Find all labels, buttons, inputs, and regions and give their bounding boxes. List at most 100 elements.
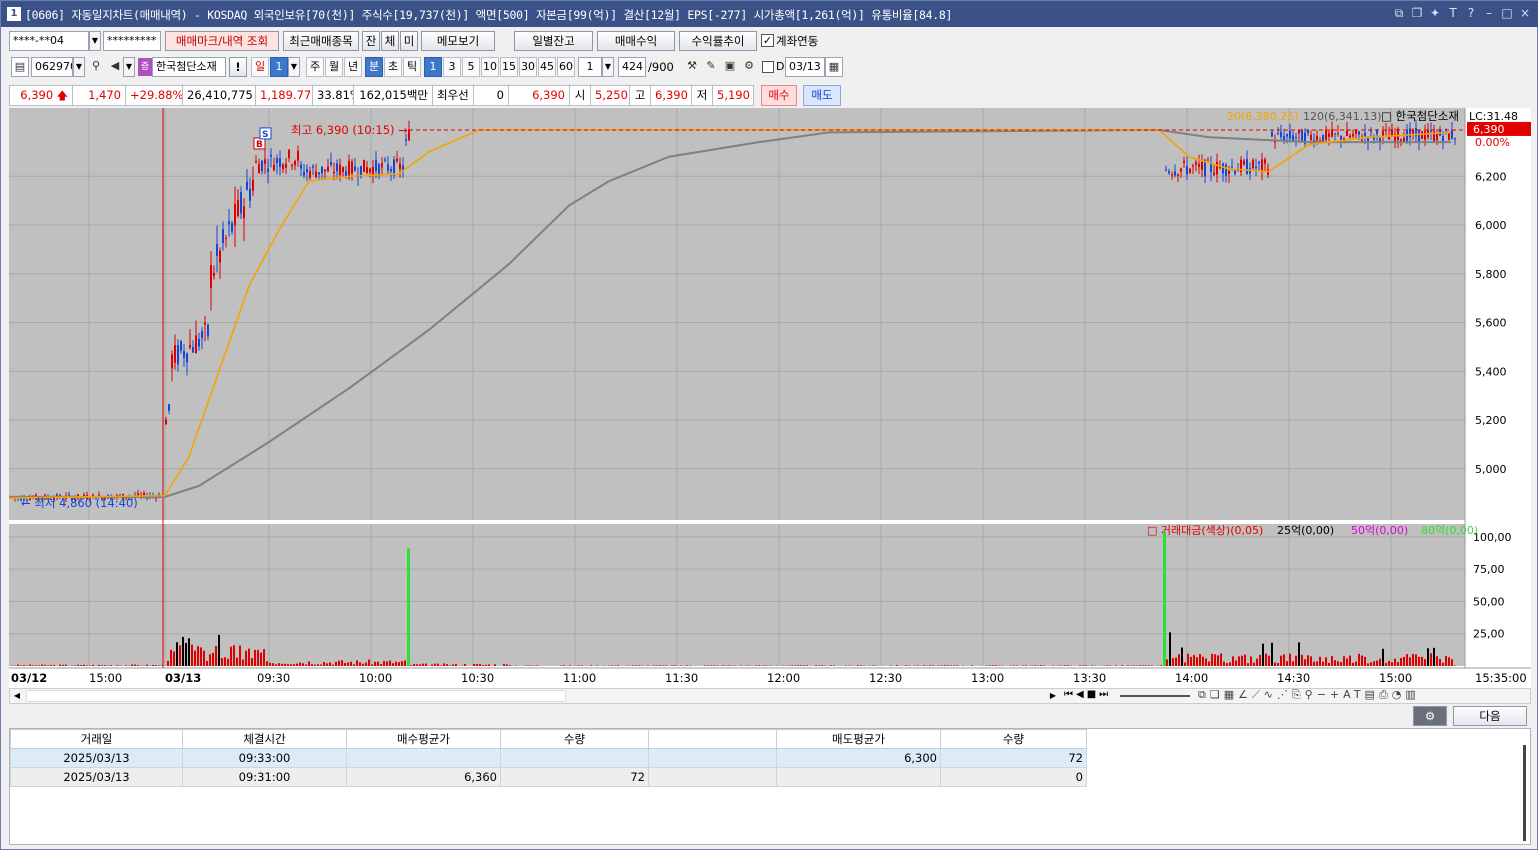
date-checkbox[interactable] (762, 61, 774, 73)
period-year-tab[interactable]: 년 (344, 57, 362, 77)
pin-icon[interactable]: ✦ (1429, 6, 1441, 20)
search-icon[interactable]: ⚲ (87, 57, 105, 77)
speaker-icon[interactable]: ◀ (106, 57, 124, 77)
col-header[interactable]: 체결시간 (182, 729, 347, 749)
period-day-count[interactable]: 1 (270, 57, 288, 77)
drawing-tool-icon[interactable]: ✎ (702, 57, 720, 77)
buy-button[interactable]: 매수 (761, 85, 797, 106)
maximize-icon[interactable]: □ (1501, 6, 1513, 20)
unit-dropdown-icon[interactable]: ▼ (602, 57, 614, 77)
period-day-dropdown-icon[interactable]: ▼ (288, 57, 300, 77)
col-header[interactable]: 수량 (500, 729, 649, 749)
col-header[interactable] (648, 729, 777, 749)
fib-icon[interactable]: ⋰ (1277, 688, 1292, 701)
col-header[interactable]: 거래일 (10, 729, 183, 749)
period-tick-tab[interactable]: 틱 (403, 57, 421, 77)
rewind-icon[interactable]: ⏮ (1064, 689, 1076, 700)
text-style-icon[interactable]: T (1354, 688, 1365, 701)
zoom-icon[interactable]: ⚲ (1305, 688, 1317, 701)
chart-scrollbar[interactable]: ◀ ▶ ⏮◀■⏭ ⧉❏▦∠⟋∿⋰⎘⚲−+AT▤⎙◔▥ (9, 688, 1531, 704)
line-tool-icon[interactable]: ∠ (1238, 688, 1252, 701)
save-icon[interactable]: ▣ (721, 57, 739, 77)
period-month-tab[interactable]: 월 (325, 57, 343, 77)
indicator-icon[interactable]: ⚒ (683, 57, 701, 77)
account-dropdown-icon[interactable]: ▼ (89, 31, 101, 51)
playback-controls[interactable]: ⏮◀■⏭ (1064, 689, 1111, 700)
grid-icon[interactable]: ▦ (1224, 688, 1238, 701)
table-icon[interactable]: ▥ (1405, 688, 1419, 701)
unexecuted-tab[interactable]: 미 (400, 31, 418, 51)
profit-trend-button[interactable]: 수익률추이 (679, 31, 757, 51)
stop-icon[interactable]: ■ (1087, 689, 1099, 700)
trend-icon[interactable]: ⟋ (1252, 688, 1264, 701)
tile-icon[interactable]: ⧉ (1393, 6, 1405, 20)
calendar-icon[interactable]: ▦ (825, 57, 843, 77)
copy-window-icon[interactable]: ❐ (1411, 6, 1423, 20)
chart-area[interactable]: 6,200 6,000 5,800 5,600 5,400 5,200 5,000 100,0… (8, 108, 1531, 688)
account-field[interactable]: ****-**04 (9, 31, 89, 51)
copy-icon[interactable]: ⎘ (1292, 688, 1305, 701)
text-icon[interactable]: A (1343, 688, 1354, 701)
print-icon[interactable]: ⎙ (1379, 688, 1392, 701)
unit-field[interactable]: 1 (578, 57, 602, 77)
table-row[interactable]: 2025/03/13 09:33:00 6,300 72 (10, 748, 1087, 768)
sell-button[interactable]: 매도 (803, 85, 841, 106)
stock-code-field[interactable]: 062970 (31, 57, 73, 77)
stock-menu-icon[interactable]: ▤ (11, 57, 29, 77)
minute-45-button[interactable]: 45 (538, 57, 556, 77)
price-volume-chart[interactable]: 6,200 6,000 5,800 5,600 5,400 5,200 5,000 100,0… (8, 108, 1531, 688)
panel-icon[interactable]: ▤ (1365, 688, 1379, 701)
period-day-tab[interactable]: 일 (251, 57, 269, 77)
minute-10-button[interactable]: 10 (481, 57, 499, 77)
gear-icon[interactable]: ⚙ (1413, 706, 1447, 726)
stock-name-field[interactable]: 한국첨단소재 (152, 57, 226, 77)
help-icon[interactable]: ? (1465, 6, 1477, 20)
executed-tab[interactable]: 체 (381, 31, 399, 51)
balance-tab[interactable]: 잔 (362, 31, 380, 51)
stock-code-dropdown-icon[interactable]: ▼ (73, 57, 85, 77)
minute-30-button[interactable]: 30 (519, 57, 537, 77)
col-header[interactable]: 매수평균가 (346, 729, 501, 749)
window-icon[interactable]: ❏ (1210, 688, 1224, 701)
period-week-tab[interactable]: 주 (306, 57, 324, 77)
speaker-dropdown-icon[interactable]: ▼ (123, 57, 135, 77)
alert-button[interactable]: ! (229, 57, 247, 77)
plus-icon[interactable]: + (1330, 688, 1343, 701)
trade-profit-button[interactable]: 매매수익 (597, 31, 675, 51)
period-minute-tab[interactable]: 분 (365, 57, 383, 77)
pie-icon[interactable]: ◔ (1392, 688, 1406, 701)
table-row[interactable]: 2025/03/13 09:31:00 6,360 72 0 (10, 767, 1087, 787)
daily-balance-button[interactable]: 일별잔고 (514, 31, 593, 51)
minute-1-button[interactable]: 1 (424, 57, 442, 77)
date-field[interactable]: 03/13 (785, 57, 825, 77)
period-second-tab[interactable]: 초 (384, 57, 402, 77)
zoom-slider[interactable] (1120, 695, 1190, 697)
minute-15-button[interactable]: 15 (500, 57, 518, 77)
minus-icon[interactable]: − (1317, 688, 1330, 701)
layout-icon[interactable]: ⧉ (1198, 688, 1210, 701)
table-scrollbar[interactable] (1523, 745, 1526, 841)
minute-3-button[interactable]: 3 (443, 57, 461, 77)
col-header[interactable]: 수량 (940, 729, 1087, 749)
count-field[interactable]: 424 (618, 57, 646, 77)
back-icon[interactable]: ◀ (1076, 689, 1087, 700)
scroll-right-icon[interactable]: ▶ (1046, 689, 1060, 703)
mark-history-button[interactable]: 매매마크/내역 조회 (165, 31, 279, 51)
memo-button[interactable]: 메모보기 (421, 31, 495, 51)
forward-icon[interactable]: ⏭ (1099, 689, 1111, 700)
account-link-checkbox[interactable]: ✓ (761, 34, 774, 47)
minute-60-button[interactable]: 60 (557, 57, 575, 77)
scroll-left-icon[interactable]: ◀ (10, 689, 24, 703)
minimize-icon[interactable]: – (1483, 6, 1495, 20)
settings-icon[interactable]: ⚙ (740, 57, 758, 77)
scroll-thumb[interactable] (26, 690, 566, 702)
col-header[interactable]: 매도평균가 (776, 729, 941, 749)
chart-tools[interactable]: ⧉❏▦∠⟋∿⋰⎘⚲−+AT▤⎙◔▥ (1198, 688, 1420, 702)
wave-icon[interactable]: ∿ (1264, 688, 1277, 701)
next-button[interactable]: 다음 (1453, 706, 1527, 726)
password-field[interactable]: ********* (103, 31, 161, 51)
close-icon[interactable]: × (1519, 6, 1531, 20)
font-icon[interactable]: T (1447, 6, 1459, 20)
minute-5-button[interactable]: 5 (462, 57, 480, 77)
recent-trades-button[interactable]: 최근매매종목 (283, 31, 359, 51)
